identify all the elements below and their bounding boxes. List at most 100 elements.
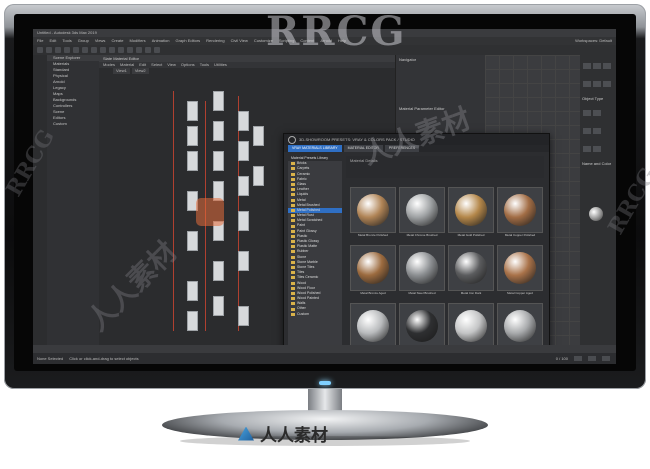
slate-menu-select[interactable]: Select: [151, 62, 162, 68]
material-node[interactable]: [238, 141, 249, 161]
snap-icon[interactable]: [109, 47, 115, 53]
node-wire: [173, 91, 174, 331]
material-node[interactable]: [213, 181, 224, 201]
link-icon[interactable]: [55, 47, 61, 53]
unlink-icon[interactable]: [64, 47, 70, 53]
object-type-button[interactable]: [583, 128, 591, 134]
menu-content[interactable]: Content: [300, 37, 314, 45]
slate-menu-utilities[interactable]: Utilities: [214, 62, 227, 68]
display-tab-icon[interactable]: [593, 81, 601, 87]
material-swatch[interactable]: Metal Gold Polished: [448, 187, 494, 238]
material-node[interactable]: [213, 296, 224, 316]
move-icon[interactable]: [82, 47, 88, 53]
menu-tools[interactable]: Tools: [62, 37, 71, 45]
menu-civil-view[interactable]: Civil View: [231, 37, 248, 45]
slate-menu-options[interactable]: Options: [181, 62, 195, 68]
object-type-button[interactable]: [583, 146, 591, 152]
tab-view2[interactable]: View2: [131, 68, 149, 74]
material-node[interactable]: [238, 111, 249, 131]
create-tab-icon[interactable]: [583, 63, 591, 69]
play-button[interactable]: [574, 356, 582, 361]
material-node[interactable]: [213, 121, 224, 141]
render-setup-icon[interactable]: [145, 47, 151, 53]
material-swatch[interactable]: Metal Chrome Brushed: [399, 187, 445, 238]
sphere-icon[interactable]: [589, 207, 603, 221]
slate-menu-tools[interactable]: Tools: [200, 62, 209, 68]
material-node[interactable]: [213, 91, 224, 111]
material-swatch[interactable]: Metal Steel Brushed: [399, 245, 445, 296]
material-node[interactable]: [238, 251, 249, 271]
render-icon[interactable]: [154, 47, 160, 53]
material-node[interactable]: [238, 306, 249, 326]
tab-view1[interactable]: View1: [113, 68, 130, 74]
menu-animation[interactable]: Animation: [152, 37, 170, 45]
material-node[interactable]: [187, 191, 198, 211]
material-node[interactable]: [238, 211, 249, 231]
material-node[interactable]: [187, 126, 198, 146]
tab-preferences[interactable]: PREFERENCES: [384, 145, 420, 152]
tree-item[interactable]: Custom: [288, 312, 342, 317]
menu-group[interactable]: Group: [78, 37, 89, 45]
slate-menu-view[interactable]: View: [167, 62, 176, 68]
dialog-tabs: VRAY MATERIALS LIBRARY MATERIAL EDITOR P…: [284, 145, 549, 152]
slate-tabs: View1 View2: [99, 68, 395, 74]
material-node[interactable]: [187, 281, 198, 301]
hierarchy-tab-icon[interactable]: [603, 63, 611, 69]
tab-vray-library[interactable]: VRAY MATERIALS LIBRARY: [288, 145, 342, 152]
select-icon[interactable]: [73, 47, 79, 53]
material-node[interactable]: [253, 126, 264, 146]
material-swatch[interactable]: Metal Copper Aged: [497, 245, 543, 296]
material-node[interactable]: [213, 261, 224, 281]
menu-views[interactable]: Views: [95, 37, 106, 45]
menu-graph-editors[interactable]: Graph Editors: [175, 37, 200, 45]
menu-help[interactable]: Help: [338, 37, 346, 45]
menu-customize[interactable]: Customize: [254, 37, 273, 45]
screen: Untitled - Autodesk 3ds Max 2019 File Ed…: [33, 29, 616, 364]
material-node[interactable]: [187, 311, 198, 331]
material-thumbnail: [497, 187, 543, 233]
utilities-tab-icon[interactable]: [603, 81, 611, 87]
timeline[interactable]: [33, 345, 616, 353]
key-button[interactable]: [602, 356, 610, 361]
material-node[interactable]: [187, 101, 198, 121]
object-type-button[interactable]: [593, 128, 601, 134]
object-type-button[interactable]: [593, 110, 601, 116]
object-type-button[interactable]: [583, 110, 591, 116]
menu-edit[interactable]: Edit: [49, 37, 56, 45]
object-type-button[interactable]: [593, 146, 601, 152]
redo-icon[interactable]: [46, 47, 52, 53]
tab-material-editor[interactable]: MATERIAL EDITOR: [343, 145, 383, 152]
material-node[interactable]: [253, 166, 264, 186]
material-editor-icon[interactable]: [136, 47, 142, 53]
menu-create[interactable]: Create: [111, 37, 123, 45]
motion-tab-icon[interactable]: [583, 81, 591, 87]
material-node[interactable]: [187, 231, 198, 251]
menu-rendering[interactable]: Rendering: [206, 37, 224, 45]
library-tree: Material Presets Library Bricks Carpets Ce…: [288, 156, 342, 354]
material-node[interactable]: [187, 151, 198, 171]
align-icon[interactable]: [127, 47, 133, 53]
material-swatch[interactable]: Metal Copper Polished: [497, 187, 543, 238]
material-node[interactable]: [213, 221, 224, 241]
material-swatch[interactable]: Metal Bronze Polished: [350, 187, 396, 238]
folder-icon: [291, 266, 295, 270]
menu-arnold[interactable]: Arnold: [320, 37, 332, 45]
menu-file[interactable]: File: [37, 37, 43, 45]
scene-item[interactable]: Custom: [47, 121, 99, 127]
undo-icon[interactable]: [37, 47, 43, 53]
stop-button[interactable]: [588, 356, 596, 361]
material-swatch[interactable]: Metal Iron Dark: [448, 245, 494, 296]
rotate-icon[interactable]: [91, 47, 97, 53]
material-node[interactable]: [213, 151, 224, 171]
modify-tab-icon[interactable]: [593, 63, 601, 69]
material-sphere-icon: [504, 310, 536, 342]
material-swatch[interactable]: Metal Bronze Aged: [350, 245, 396, 296]
material-node[interactable]: [238, 176, 249, 196]
mirror-icon[interactable]: [118, 47, 124, 53]
menu-scripting[interactable]: Scripting: [279, 37, 295, 45]
workspace-selector[interactable]: Workspaces: Default: [575, 37, 616, 45]
menu-modifiers[interactable]: Modifiers: [129, 37, 145, 45]
material-grid: Metal Bronze Polished Metal Chrome Brushe…: [350, 187, 544, 357]
folder-icon: [291, 312, 295, 316]
scale-icon[interactable]: [100, 47, 106, 53]
